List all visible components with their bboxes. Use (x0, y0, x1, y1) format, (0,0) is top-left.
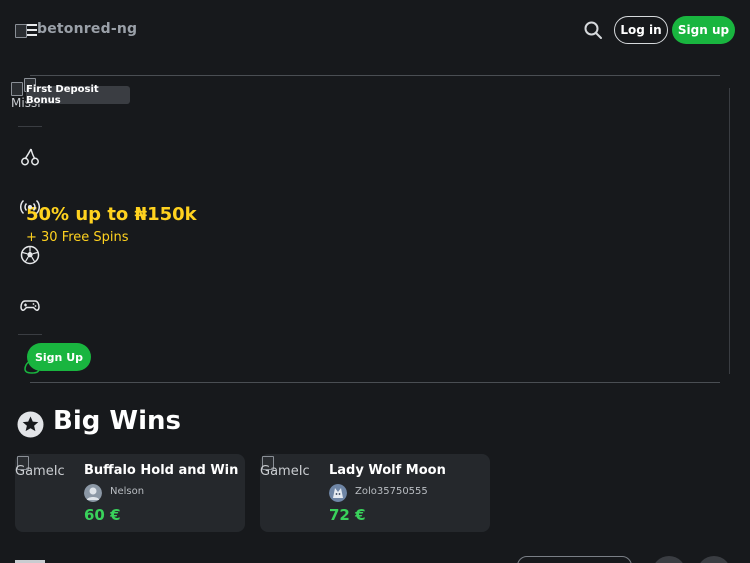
win-username: Nelson (110, 486, 145, 497)
big-win-card[interactable]: GameIc Buffalo Hold and Win Nelson 60 € (15, 454, 245, 532)
bottom-pill-button[interactable] (517, 556, 632, 563)
signup-button[interactable]: Sign up (672, 16, 735, 44)
login-button[interactable]: Log in (614, 16, 668, 44)
promo-title: 50% up to ₦150k (26, 204, 197, 225)
game-image-alt: GameIc (15, 464, 65, 479)
promo-subtitle: + 30 Free Spins (26, 230, 129, 245)
win-amount: 60 € (84, 506, 121, 524)
promo-broken-image-icon (11, 82, 23, 96)
carousel-prev-button[interactable] (652, 556, 686, 563)
avatar (329, 484, 347, 502)
win-username: Zolo35750555 (355, 486, 428, 497)
broken-image-icon (15, 24, 27, 38)
star-badge-icon (17, 411, 44, 438)
win-game-name: Lady Wolf Moon (329, 463, 446, 478)
top-header: betonred-ng Log in Sign up (0, 0, 750, 60)
carousel-next-button[interactable] (697, 556, 731, 563)
big-win-card[interactable]: GameIc Lady Wolf Moon Zolo35750555 72 € (260, 454, 490, 532)
search-icon[interactable] (583, 20, 603, 40)
big-wins-title: Big Wins (53, 406, 181, 436)
money-bag-icon[interactable] (22, 355, 42, 375)
gamepad-icon[interactable] (20, 295, 40, 315)
cherries-icon[interactable] (20, 147, 40, 167)
promo-badge: First Deposit Bonus (26, 84, 130, 106)
live-broadcast-icon[interactable] (20, 197, 40, 217)
sidenav-divider (18, 334, 42, 335)
site-logo[interactable]: betonred-ng (37, 21, 137, 37)
promo-scroll-edge (729, 88, 730, 374)
avatar (84, 484, 102, 502)
promo-banner[interactable] (30, 75, 720, 383)
football-icon[interactable] (20, 245, 40, 265)
win-amount: 72 € (329, 506, 366, 524)
sidenav-divider (18, 126, 42, 127)
win-game-name: Buffalo Hold and Win (84, 463, 239, 478)
page: betonred-ng Log in Sign up Missi First D… (0, 0, 750, 563)
game-image-alt: GameIc (260, 464, 310, 479)
